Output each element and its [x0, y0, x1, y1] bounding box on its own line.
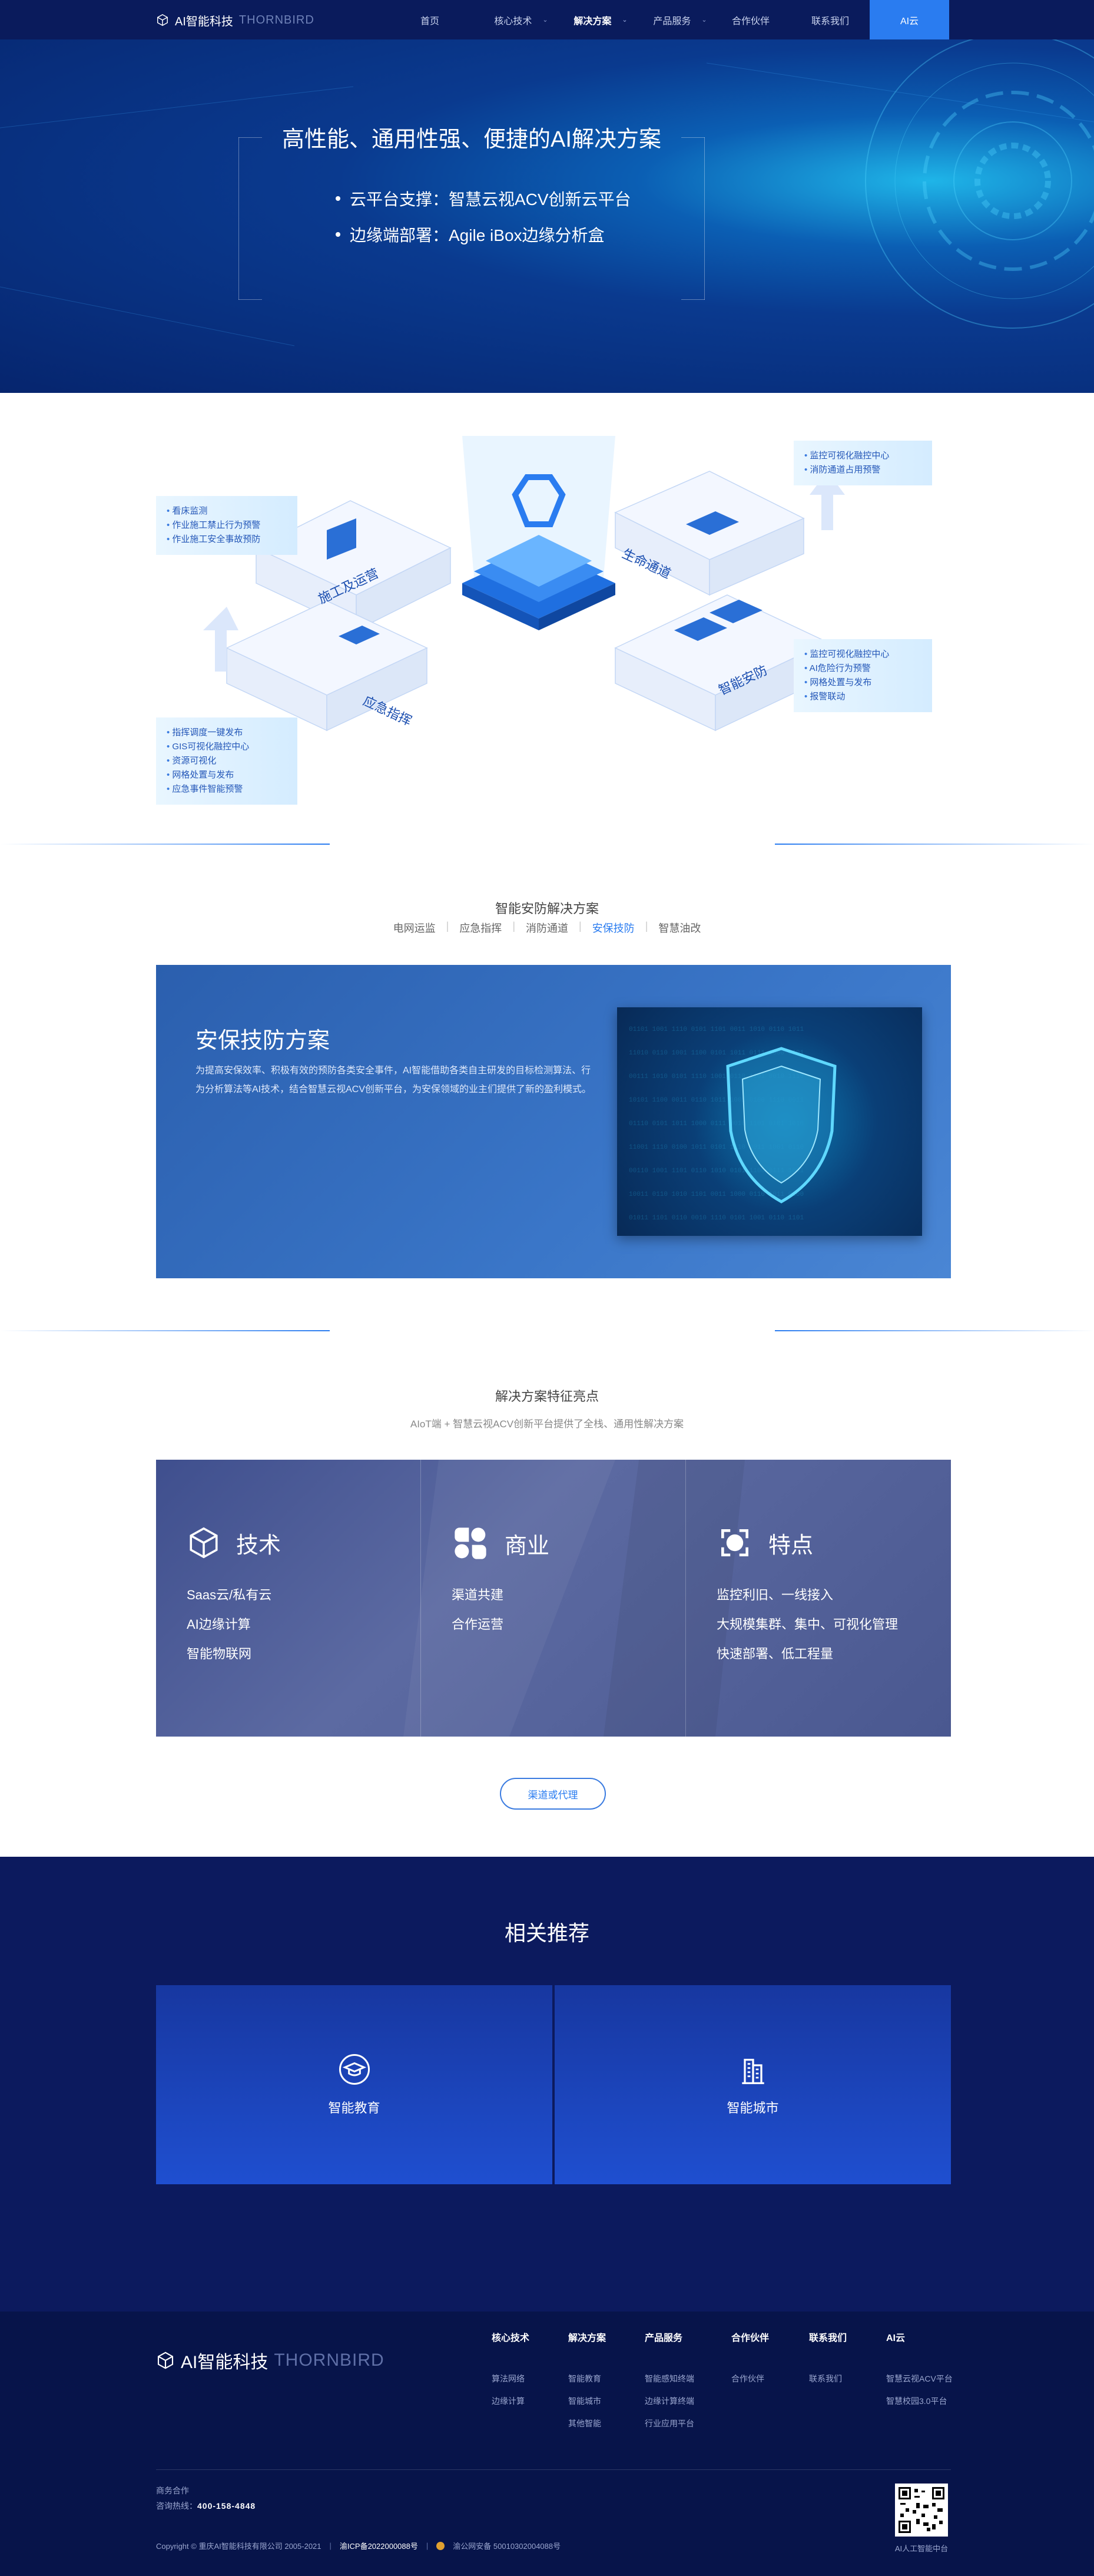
nav-products[interactable]: 产品服务 ⌄: [642, 0, 718, 39]
hero-bullet: 云平台支撑：智慧云视ACV创新云平台: [336, 187, 631, 210]
clover-icon: [455, 1527, 486, 1559]
focus-icon: [721, 1529, 748, 1556]
footer-link[interactable]: 智慧校园3.0平台: [886, 2390, 953, 2412]
nav-home[interactable]: 首页: [409, 0, 450, 39]
footer-link[interactable]: 边缘计算终端: [645, 2390, 694, 2412]
channel-agent-button[interactable]: 渠道或代理: [500, 1778, 606, 1810]
svg-text:01011 1101 0110 0010 1110 0101: 01011 1101 0110 0010 1110 0101 1001 0110…: [629, 1215, 804, 1222]
feature-item: AI边缘计算: [187, 1617, 251, 1632]
qr-code: [895, 2484, 948, 2537]
callout-top-left: 看床监测 作业施工禁止行为预警 作业施工安全事故预防: [156, 496, 297, 555]
related-card-education[interactable]: 智能教育: [156, 1985, 552, 2184]
footer-link[interactable]: 联系我们: [809, 2367, 847, 2390]
section-divider-right: [775, 844, 1094, 845]
features-subtitle: AIoT端 + 智慧云视ACV创新平台提供了全栈、通用性解决方案: [410, 1418, 684, 1430]
footer-col-solutions: 解决方案 智能教育 智能城市 其他智能: [568, 2330, 606, 2435]
callout-bottom-right: 监控可视化融控中心 AI危险行为预警 网格处置与发布 报警联动: [794, 639, 932, 712]
footer-business-coop: 商务合作: [156, 2486, 189, 2495]
footer-col-partners: 合作伙伴 合作伙伴: [731, 2330, 769, 2390]
nav-partners[interactable]: 合作伙伴: [724, 0, 777, 39]
footer-hotline: 咨询热线：400-158-4848: [156, 2501, 256, 2511]
logo-text-en: THORNBIRD: [238, 13, 314, 27]
svg-text:01101 1001 1110 0101 1101 0011: 01101 1001 1110 0101 1101 0011 1010 0110…: [629, 1026, 804, 1033]
footer-col-ai-cloud: AI云 智慧云视ACV平台 智慧校园3.0平台: [886, 2330, 953, 2412]
tab-grid[interactable]: 电网运监: [383, 920, 446, 935]
cube-icon: [190, 1527, 218, 1559]
nav-solutions[interactable]: 解决方案 ⌄: [562, 0, 639, 39]
section-divider-right: [775, 1330, 1094, 1331]
footer-link[interactable]: 智能感知终端: [645, 2367, 694, 2390]
section-divider-left: [0, 1330, 330, 1331]
logo-text: AI智能科技: [175, 15, 233, 28]
footer-link[interactable]: 算法网络: [492, 2367, 529, 2390]
footer-col-products: 产品服务 智能感知终端 边缘计算终端 行业应用平台: [645, 2330, 694, 2435]
footer-link[interactable]: 合作伙伴: [731, 2367, 769, 2390]
footer-divider: [156, 2469, 951, 2470]
cube-logo-icon: [157, 14, 168, 27]
icp-link[interactable]: 渝ICP备2022000088号: [340, 2540, 418, 2551]
hero-frame: [238, 137, 705, 300]
related-card-label: 智能教育: [328, 2101, 380, 2115]
feature-business: 商业 渠道共建 合作运营: [421, 1460, 686, 1737]
feature-tech: 技术 Saas云/私有云 AI边缘计算 智能物联网: [156, 1460, 421, 1737]
police-record-link[interactable]: 渝公网安备 50010302004088号: [453, 2540, 561, 2551]
cube-logo-icon: [157, 2352, 174, 2369]
feature-characteristics: 特点 监控利旧、一线接入 大规模集群、集中、可视化管理 快速部署、低工程量: [686, 1460, 951, 1737]
features-panel: 技术 Saas云/私有云 AI边缘计算 智能物联网 商业 渠道共建 合作运营 特…: [156, 1460, 951, 1737]
footer-link[interactable]: 智慧云视ACV平台: [886, 2367, 953, 2390]
feature-item: 快速部署、低工程量: [717, 1646, 834, 1661]
features-title: 解决方案特征亮点: [495, 1389, 599, 1404]
footer-col-core-tech: 核心技术 算法网络 边缘计算: [492, 2330, 529, 2412]
feature-item: Saas云/私有云: [187, 1588, 272, 1602]
feature-item: 智能物联网: [187, 1646, 252, 1661]
related-card-label: 智能城市: [727, 2101, 779, 2115]
section-divider-left: [0, 844, 330, 845]
isometric-diagram: 施工及运营 生命通道 应急指挥 智能安防 看床监测 作业施工禁止行为预警 作业施…: [156, 436, 986, 813]
chevron-down-icon: ⌄: [701, 16, 707, 24]
footer-link[interactable]: 边缘计算: [492, 2390, 529, 2412]
solutions-title: 智能安防解决方案: [495, 901, 599, 916]
building-icon: [741, 2059, 764, 2084]
bullet-dot-icon: [336, 232, 340, 237]
graduation-cap-icon: [339, 2053, 370, 2085]
chevron-down-icon: ⌄: [622, 16, 628, 24]
copyright-text: Copyright © 重庆AI智能科技有限公司 2005-2021: [156, 2542, 321, 2551]
footer-link[interactable]: 其他智能: [568, 2412, 606, 2435]
bullet-dot-icon: [336, 196, 340, 201]
footer-copyright-row: Copyright © 重庆AI智能科技有限公司 2005-2021 | 渝IC…: [156, 2540, 561, 2551]
footer-link[interactable]: 行业应用平台: [645, 2412, 694, 2435]
hero-title: 高性能、通用性强、便捷的AI解决方案: [282, 127, 661, 152]
feature-item: 合作运营: [452, 1617, 504, 1632]
feature-item: 渠道共建: [452, 1588, 504, 1602]
solution-panel-title: 安保技防方案: [195, 1029, 330, 1053]
footer-link[interactable]: 智能城市: [568, 2390, 606, 2412]
nav-core-tech[interactable]: 核心技术 ⌄: [483, 0, 559, 39]
feature-item: 监控利旧、一线接入: [717, 1588, 834, 1602]
callout-top-right: 监控可视化融控中心 消防通道占用预警: [794, 441, 932, 485]
footer-logo[interactable]: AI智能科技 THORNBIRD: [156, 2347, 384, 2373]
logo[interactable]: AI智能科技 THORNBIRD: [156, 11, 314, 29]
footer-col-contact: 联系我们 联系我们: [809, 2330, 847, 2390]
shield-icon: 01101 1001 1110 0101 1101 0011 1010 0110…: [629, 1026, 837, 1222]
tab-security[interactable]: 安保技防: [582, 920, 645, 935]
related-card-city[interactable]: 智能城市: [555, 1985, 951, 2184]
qr-label: AI人工智能中台: [894, 2544, 949, 2553]
solution-tabs: 电网运监 | 应急指挥 | 消防通道 | 安保技防 | 智慧油改: [0, 920, 1094, 935]
tab-emergency[interactable]: 应急指挥: [449, 920, 512, 935]
chevron-down-icon: ⌄: [542, 16, 548, 24]
nav-contact[interactable]: 联系我们: [801, 0, 860, 39]
tab-fire-lane[interactable]: 消防通道: [515, 920, 579, 935]
nav-ai-cloud[interactable]: AI云: [870, 0, 949, 39]
hero-bullet: 边缘端部署：Agile iBox边缘分析盒: [336, 223, 605, 246]
callout-bottom-left: 指挥调度一键发布 GIS可视化融控中心 资源可视化 网格处置与发布 应急事件智能…: [156, 717, 297, 805]
tab-oil[interactable]: 智慧油改: [648, 920, 711, 935]
solution-panel-desc: 为提高安保效率、积极有效的预防各类安全事件，AI智能借助各类自主研发的目标检测算…: [195, 1066, 592, 1094]
related-title: 相关推荐: [504, 1921, 589, 1945]
feature-item: 大规模集群、集中、可视化管理: [717, 1617, 899, 1632]
security-shield-image: 01101 1001 1110 0101 1101 0011 1010 0110…: [617, 1007, 922, 1236]
top-nav: AI智能科技 THORNBIRD 首页 核心技术 ⌄ 解决方案 ⌄ 产品服务 ⌄ 合作…: [0, 0, 1094, 39]
footer-link[interactable]: 智能教育: [568, 2367, 606, 2390]
police-badge-icon: [436, 2541, 445, 2550]
